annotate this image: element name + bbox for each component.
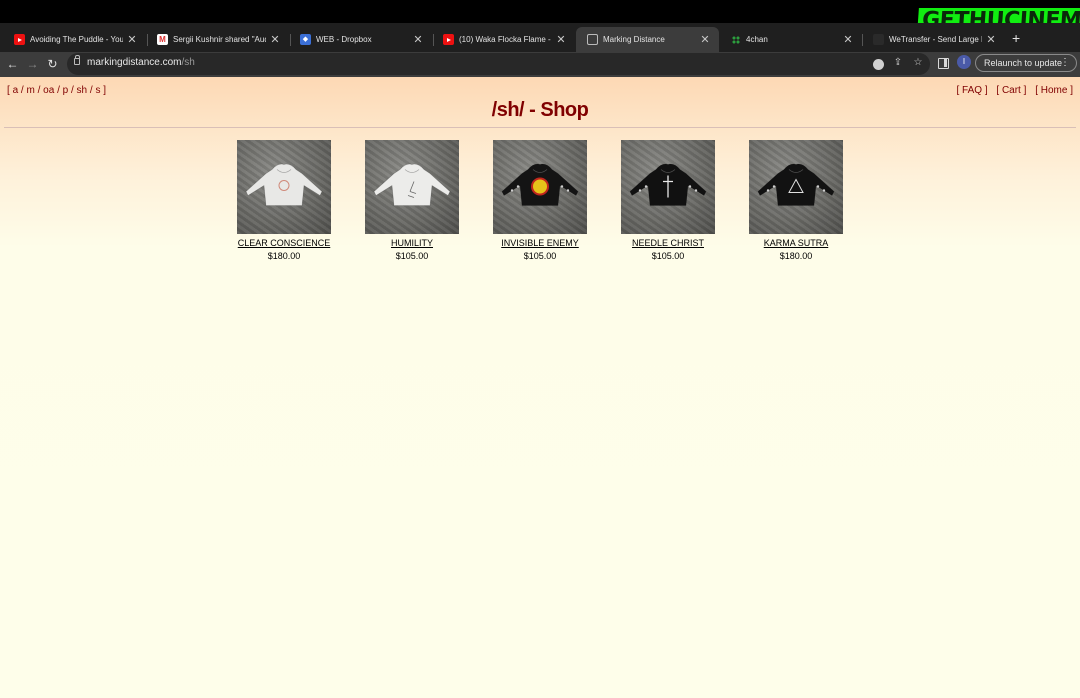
- product-image[interactable]: [237, 140, 331, 234]
- share-icon[interactable]: ⇪: [891, 57, 905, 68]
- product-card[interactable]: INVISIBLE ENEMY $105.00: [481, 140, 599, 263]
- product-name[interactable]: HUMILITY: [353, 237, 471, 250]
- product-name[interactable]: KARMA SUTRA: [737, 237, 855, 250]
- youtube-icon: [14, 34, 25, 45]
- page-title: /sh/ - Shop: [491, 99, 589, 121]
- divider: [4, 127, 1076, 128]
- nav-separator: /: [37, 85, 41, 96]
- tab-title: (10) Waka Flocka Flame - "H: [459, 35, 552, 44]
- faq-link[interactable]: FAQ: [962, 85, 982, 96]
- board-link-m[interactable]: m: [26, 85, 34, 96]
- back-arrow-icon[interactable]: ←: [4, 56, 21, 73]
- tab-wetransfer[interactable]: WeTransfer - Send Large Files ✕: [862, 27, 1005, 52]
- hoodie-image: [626, 161, 710, 216]
- product-grid: CLEAR CONSCIENCE $180.00 HUMILITY $105.0…: [225, 140, 855, 270]
- bracket-close: ]: [103, 85, 106, 96]
- relaunch-label: Relaunch to update: [984, 58, 1063, 68]
- close-icon[interactable]: ✕: [412, 33, 424, 46]
- close-icon[interactable]: ✕: [555, 33, 567, 46]
- product-name[interactable]: INVISIBLE ENEMY: [481, 237, 599, 250]
- tab-youtube-puddle[interactable]: Avoiding The Puddle - YouTube ✕: [3, 27, 146, 52]
- board-link-s[interactable]: s: [95, 85, 100, 96]
- close-icon[interactable]: ✕: [842, 33, 854, 46]
- product-image[interactable]: [749, 140, 843, 234]
- nav-separator: /: [70, 85, 74, 96]
- product-price: $105.00: [395, 251, 429, 261]
- hoodie-image: [754, 161, 838, 216]
- tab-youtube-waka[interactable]: (10) Waka Flocka Flame - "H ✕: [432, 27, 575, 52]
- url-text[interactable]: markingdistance.com/sh: [87, 57, 195, 68]
- tab-4chan[interactable]: 4chan ✕: [719, 27, 862, 52]
- kebab-menu-icon[interactable]: ⋮: [1060, 55, 1070, 71]
- tab-title: Marking Distance: [603, 35, 665, 44]
- bracket-open: [: [1035, 85, 1038, 96]
- product-price: $180.00: [267, 251, 301, 261]
- product-name[interactable]: CLEAR CONSCIENCE: [225, 237, 343, 250]
- board-link-a[interactable]: a: [13, 85, 19, 96]
- product-price: $105.00: [523, 251, 557, 261]
- tab-title: WEB - Dropbox: [316, 35, 372, 44]
- bracket-open: [: [956, 85, 960, 96]
- home-link[interactable]: Home: [1041, 85, 1068, 96]
- address-bar[interactable]: markingdistance.com/sh ⇪ ☆: [67, 53, 930, 75]
- tab-title: Sergii Kushnir shared "Audio: [173, 35, 266, 44]
- product-image[interactable]: [621, 140, 715, 234]
- hoodie-image: [370, 161, 454, 216]
- bracket-close: ]: [984, 85, 988, 96]
- close-icon[interactable]: ✕: [699, 33, 711, 46]
- close-icon[interactable]: ✕: [269, 33, 281, 46]
- reload-icon[interactable]: ↻: [44, 56, 61, 73]
- forward-arrow-icon[interactable]: →: [24, 56, 41, 73]
- globe-icon: [587, 34, 598, 45]
- bookmark-star-icon[interactable]: ☆: [911, 57, 925, 68]
- tab-dropbox[interactable]: ◆ WEB - Dropbox ✕: [289, 27, 432, 52]
- side-panel-icon[interactable]: [938, 58, 949, 69]
- tab-marking-distance[interactable]: Marking Distance ✕: [576, 27, 719, 52]
- hoodie-image: [242, 161, 326, 216]
- relaunch-to-update-button[interactable]: Relaunch to update ⋮: [975, 54, 1077, 72]
- new-tab-plus-icon[interactable]: +: [1012, 30, 1020, 46]
- product-price: $105.00: [651, 251, 685, 261]
- browser-toolbar: ← → ↻ markingdistance.com/sh ⇪ ☆ I Relau…: [0, 52, 1080, 77]
- tab-title: Avoiding The Puddle - YouTube: [30, 35, 123, 44]
- dropbox-icon: ◆: [300, 34, 311, 45]
- close-icon[interactable]: ✕: [126, 33, 138, 46]
- hoodie-image: [498, 161, 582, 216]
- lock-icon[interactable]: [74, 55, 80, 65]
- product-name[interactable]: NEEDLE CHRIST: [609, 237, 727, 250]
- board-link-p[interactable]: p: [63, 85, 69, 96]
- right-nav: [ FAQ ] [ Cart ] [ Home ]: [950, 85, 1073, 96]
- close-icon[interactable]: ✕: [985, 33, 997, 46]
- nav-separator: /: [89, 85, 93, 96]
- 4chan-icon: [730, 34, 741, 45]
- page-body: [ a / m / oa / p / sh / s ] [ FAQ ] [ Ca…: [0, 77, 1080, 698]
- board-nav: [ a / m / oa / p / sh / s ]: [7, 85, 106, 96]
- cart-link[interactable]: Cart: [1002, 85, 1021, 96]
- google-lens-icon[interactable]: [873, 59, 884, 70]
- product-card[interactable]: CLEAR CONSCIENCE $180.00: [225, 140, 343, 263]
- product-card[interactable]: KARMA SUTRA $180.00: [737, 140, 855, 263]
- product-image[interactable]: [493, 140, 587, 234]
- tab-strip: Avoiding The Puddle - YouTube ✕ M Sergii…: [0, 23, 1080, 52]
- youtube-icon: [443, 34, 454, 45]
- bracket-close: ]: [1070, 85, 1073, 96]
- bracket-close: ]: [1023, 85, 1027, 96]
- board-link-oa[interactable]: oa: [43, 85, 54, 96]
- tab-gmail[interactable]: M Sergii Kushnir shared "Audio ✕: [146, 27, 289, 52]
- wetransfer-icon: [873, 34, 884, 45]
- gmail-icon: M: [157, 34, 168, 45]
- tab-title: WeTransfer - Send Large Files: [889, 35, 982, 44]
- tab-title: 4chan: [746, 35, 768, 44]
- bracket-open: [: [996, 85, 1000, 96]
- nav-separator: /: [20, 85, 24, 96]
- board-link-sh[interactable]: sh: [77, 85, 88, 96]
- product-price: $180.00: [779, 251, 813, 261]
- product-card[interactable]: NEEDLE CHRIST $105.00: [609, 140, 727, 263]
- profile-avatar[interactable]: I: [957, 55, 971, 69]
- nav-separator: /: [57, 85, 60, 96]
- product-card[interactable]: HUMILITY $105.00: [353, 140, 471, 263]
- bracket-open: [: [7, 85, 10, 96]
- product-image[interactable]: [365, 140, 459, 234]
